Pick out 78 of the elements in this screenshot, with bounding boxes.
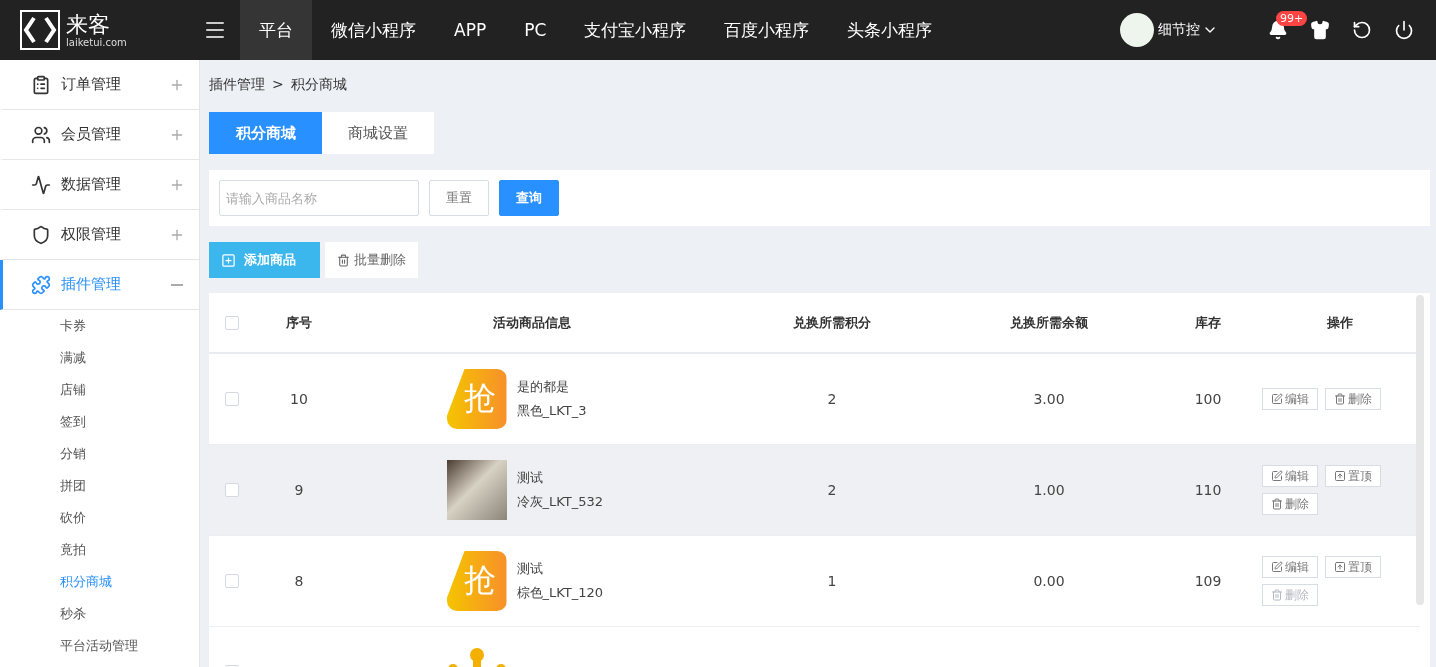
menu-item-icon bbox=[31, 124, 51, 145]
table-cell-text: 10 bbox=[289, 391, 309, 407]
product-name: 测试 bbox=[516, 469, 544, 487]
power-icon[interactable] bbox=[1394, 20, 1414, 40]
column-header: 序号 bbox=[285, 313, 313, 332]
batch-delete-button[interactable]: 批量删除 bbox=[325, 242, 418, 278]
arrow-up-icon bbox=[1334, 561, 1346, 573]
product-spec: 黑色_LKT_3 bbox=[516, 402, 588, 420]
breadcrumb-separator: > bbox=[272, 76, 284, 94]
trash-icon bbox=[1334, 393, 1346, 405]
product-spec: 棕色_LKT_120 bbox=[516, 584, 604, 602]
avatar bbox=[1120, 13, 1154, 47]
nav-tab[interactable]: 微信小程序 bbox=[312, 0, 435, 60]
row-checkbox[interactable] bbox=[225, 392, 239, 406]
logo-icon bbox=[20, 10, 60, 50]
table-cell-text: 109 bbox=[1193, 573, 1223, 589]
table-cell-text: 0.00 bbox=[1032, 573, 1066, 589]
table-cell-text: 3.00 bbox=[1032, 391, 1066, 407]
column-header: 兑换所需积分 bbox=[792, 313, 872, 332]
reset-button[interactable]: 重置 bbox=[429, 180, 489, 216]
nav-tab[interactable]: 头条小程序 bbox=[828, 0, 952, 60]
photo-placeholder bbox=[446, 460, 507, 520]
table-cell-text: 100 bbox=[1193, 391, 1223, 407]
table-cell-text: 1.00 bbox=[1032, 482, 1066, 498]
delete-button[interactable]: 删除 bbox=[1262, 493, 1318, 515]
trash-icon bbox=[337, 253, 350, 267]
promo-thumbnail: 抢 bbox=[446, 551, 507, 611]
notification-badge: 99+ bbox=[1276, 11, 1308, 26]
breadcrumb-current: 积分商城 bbox=[290, 76, 347, 94]
row-checkbox[interactable] bbox=[225, 483, 239, 497]
user-menu[interactable]: 细节控 bbox=[1154, 21, 1222, 39]
back-icon[interactable] bbox=[1352, 20, 1372, 40]
table-cell-text: 9 bbox=[293, 482, 305, 498]
collapse-icon bbox=[171, 283, 183, 286]
pencil-icon bbox=[1271, 470, 1283, 482]
top-button[interactable]: 置顶 bbox=[1325, 556, 1381, 578]
nav-tab[interactable]: 百度小程序 bbox=[705, 0, 829, 60]
menu-item-icon bbox=[31, 224, 51, 245]
tab[interactable]: 商城设置 bbox=[322, 112, 434, 154]
table-cell-text: 110 bbox=[1193, 482, 1223, 498]
menu-item-icon bbox=[31, 174, 51, 195]
edit-button[interactable]: 编辑 bbox=[1262, 556, 1318, 578]
plus-icon bbox=[221, 252, 236, 268]
select-all-checkbox[interactable] bbox=[225, 315, 239, 330]
arrow-up-icon bbox=[1334, 470, 1346, 482]
nav-tab[interactable]: 支付宝小程序 bbox=[565, 0, 706, 60]
pencil-icon bbox=[1271, 393, 1283, 405]
menu-item-icon bbox=[31, 74, 51, 95]
product-name: 是的都是 bbox=[516, 378, 570, 396]
product-spec: 冷灰_LKT_532 bbox=[516, 493, 604, 511]
row-checkbox[interactable] bbox=[225, 574, 239, 588]
table-cell-text: 2 bbox=[826, 391, 838, 407]
menu-item-icon bbox=[31, 274, 51, 295]
edit-button[interactable]: 编辑 bbox=[1262, 388, 1318, 410]
top-button[interactable]: 置顶 bbox=[1325, 465, 1381, 487]
column-header: 活动商品信息 bbox=[491, 313, 572, 332]
table-cell-text: 2 bbox=[826, 482, 838, 498]
breadcrumb-link[interactable]: 插件管理 bbox=[209, 76, 265, 102]
nav-tab[interactable]: PC bbox=[505, 0, 566, 60]
nav-tab[interactable]: 平台 bbox=[240, 0, 312, 60]
column-header: 操作 bbox=[1326, 313, 1354, 332]
column-header: 兑换所需余额 bbox=[1009, 313, 1089, 332]
table-cell-text: 1 bbox=[826, 573, 838, 589]
nav-tab[interactable]: APP bbox=[435, 0, 506, 60]
logo-domain: laiketui.com bbox=[66, 36, 127, 48]
promo-thumbnail: 抢 bbox=[446, 369, 507, 429]
product-name: 测试 bbox=[516, 560, 544, 578]
table-cell-text: 8 bbox=[293, 573, 305, 589]
trash-icon bbox=[1271, 498, 1283, 510]
edit-button[interactable]: 编辑 bbox=[1262, 465, 1318, 487]
scrollbar[interactable] bbox=[1416, 295, 1424, 605]
column-header: 库存 bbox=[1194, 313, 1222, 332]
delete-button[interactable]: 删除 bbox=[1325, 388, 1381, 410]
shirt-icon[interactable] bbox=[1310, 20, 1330, 40]
pencil-icon bbox=[1271, 561, 1283, 573]
search-field[interactable]: 请输入商品名称 bbox=[219, 180, 419, 216]
logo-name: 来客 bbox=[66, 12, 111, 37]
trash-icon bbox=[1271, 589, 1283, 601]
